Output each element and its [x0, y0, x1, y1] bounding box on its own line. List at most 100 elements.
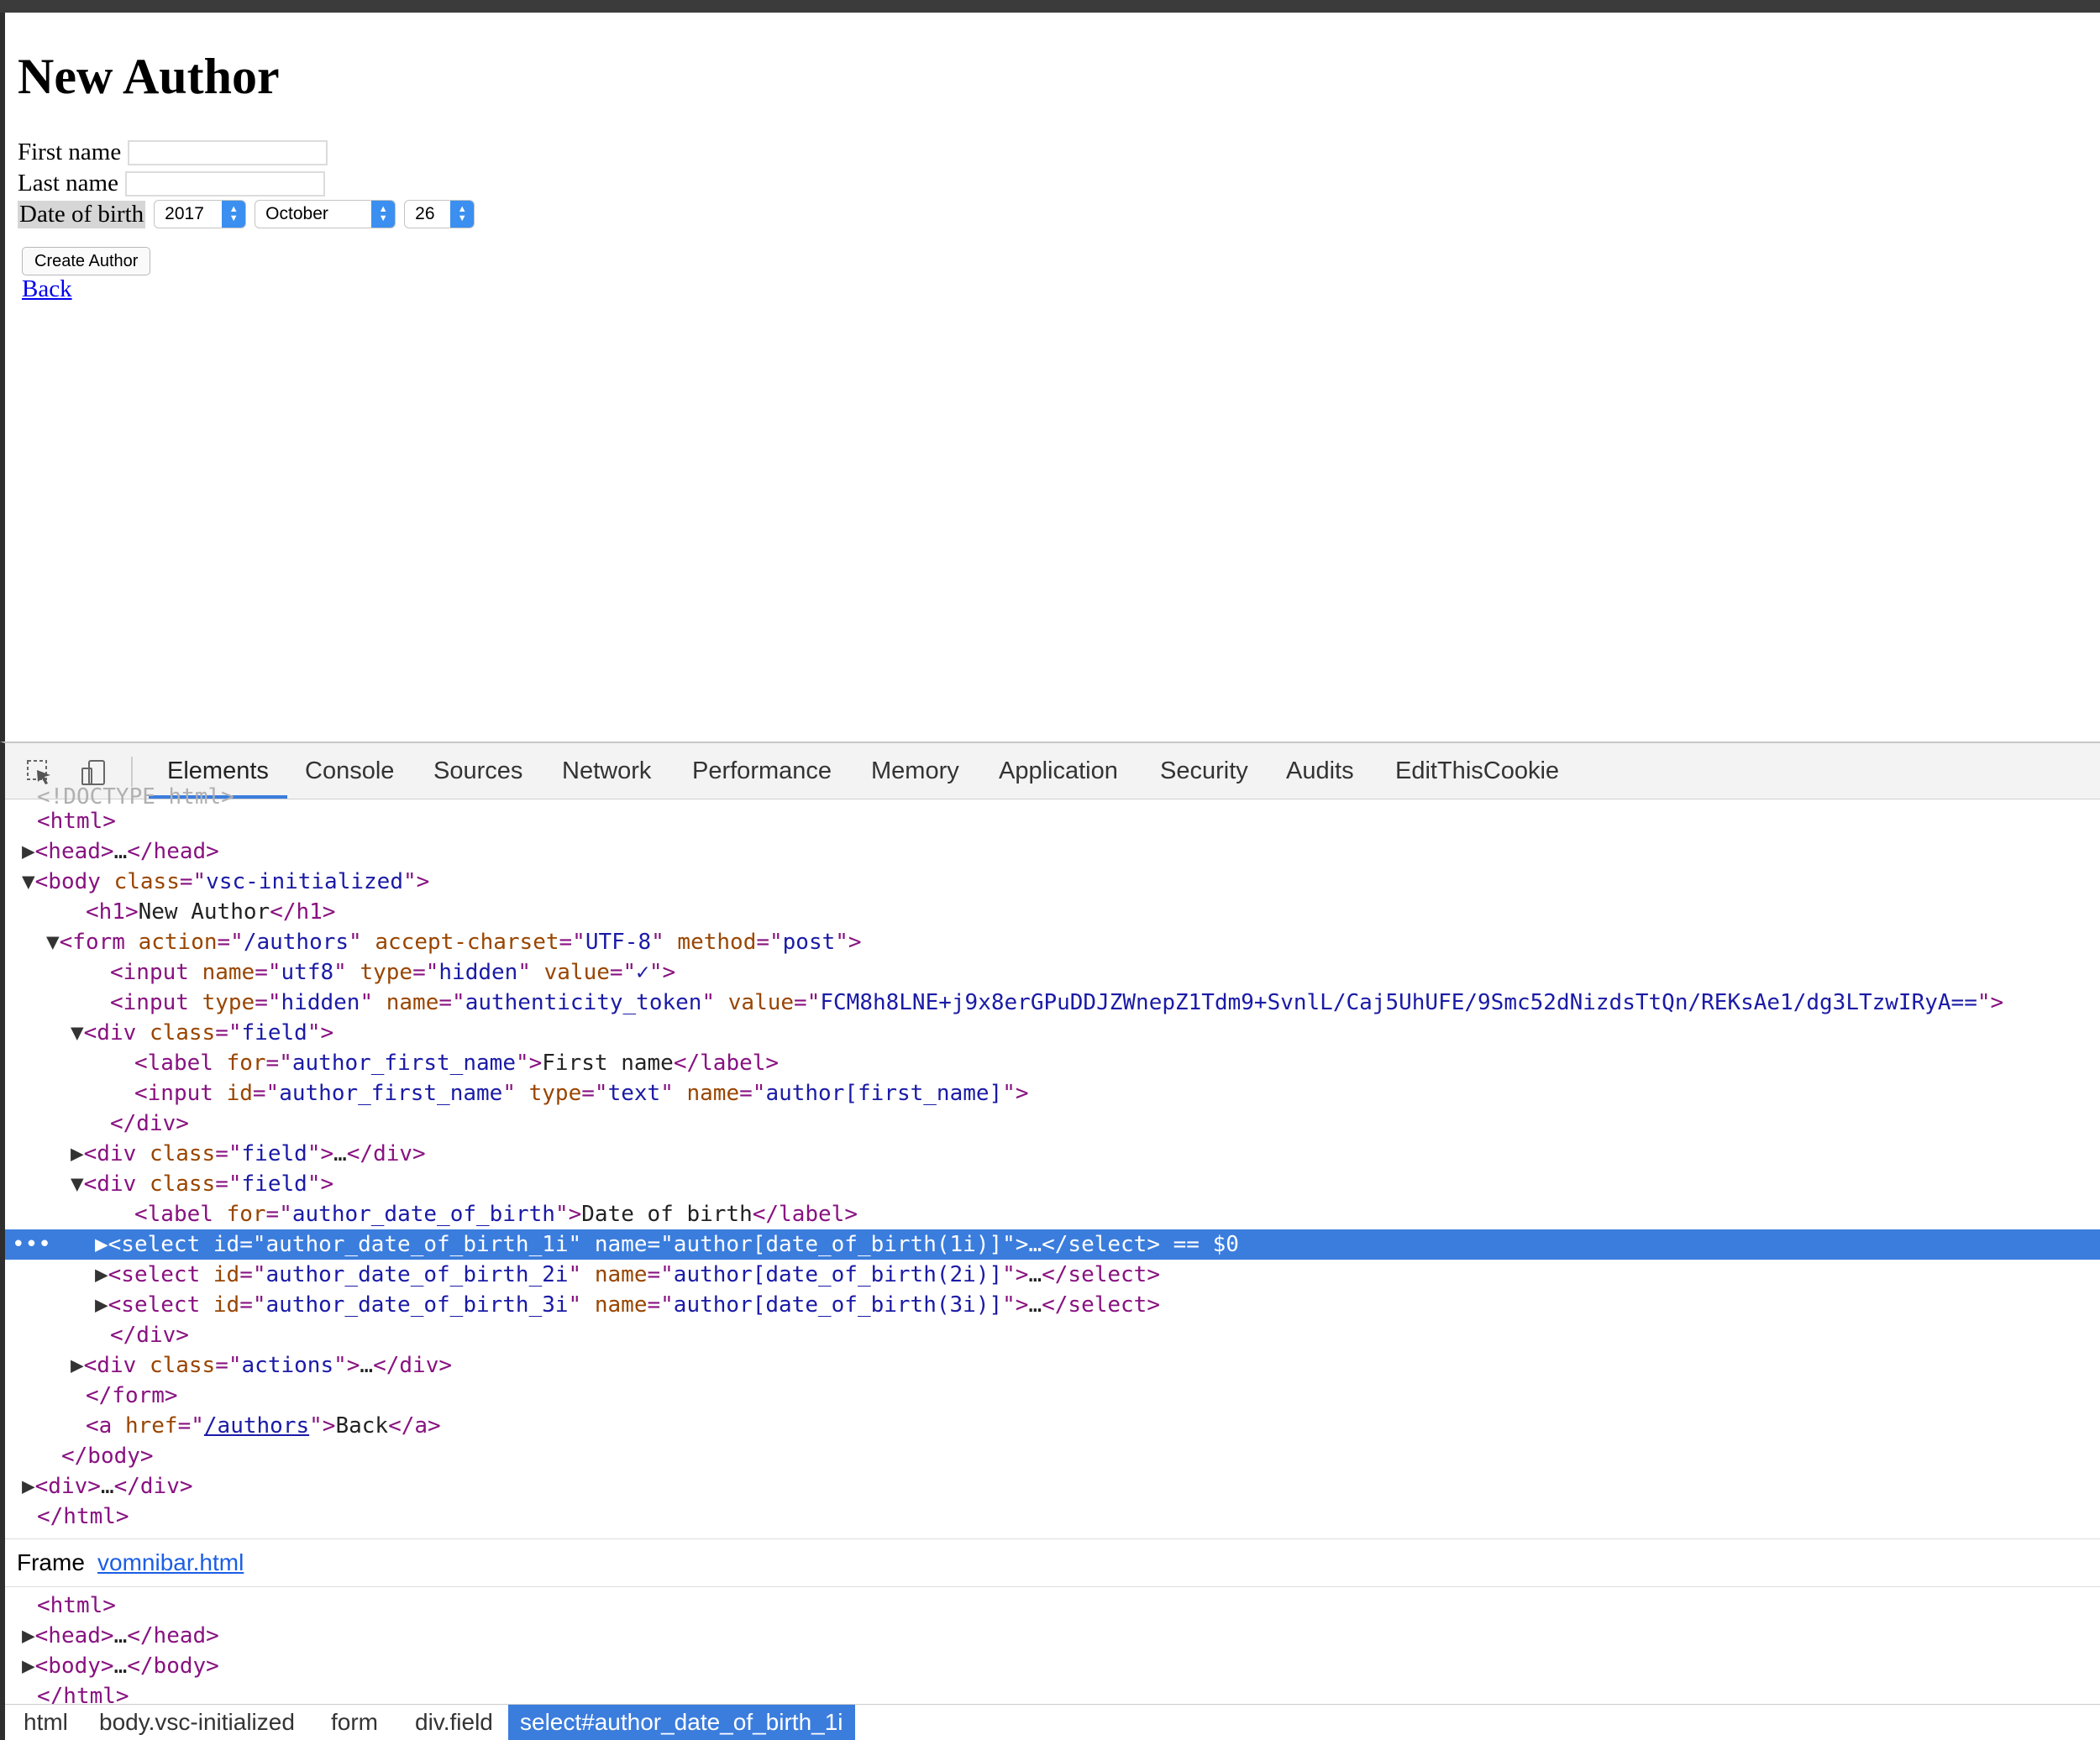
- dob-year-select[interactable]: 2017 ▲ ▼: [154, 200, 247, 228]
- code-token: =": [265, 1051, 292, 1076]
- dom-node-line[interactable]: </html>: [5, 1502, 2100, 1532]
- code-token: <div: [83, 1020, 150, 1046]
- code-token: ": [568, 1262, 595, 1287]
- code-token: <div: [83, 1171, 150, 1197]
- breadcrumb-item[interactable]: form: [319, 1705, 390, 1740]
- dom-node-line[interactable]: </div>: [5, 1320, 2100, 1350]
- dom-node-line[interactable]: ▶<head>…</head>: [5, 836, 2100, 867]
- code-token: <select: [108, 1262, 213, 1287]
- code-token: post: [782, 930, 836, 955]
- dom-node-line[interactable]: <label for="author_first_name">First nam…: [5, 1048, 2100, 1078]
- dob-day-select[interactable]: 26 ▲ ▼: [404, 200, 475, 228]
- dom-node-line[interactable]: <label for="author_date_of_birth">Date o…: [5, 1199, 2100, 1229]
- code-token: =": [438, 990, 465, 1015]
- code-token: …: [333, 1141, 347, 1166]
- dom-node-line[interactable]: </body>: [5, 1441, 2100, 1471]
- expand-triangle-icon[interactable]: ▶: [22, 1623, 35, 1648]
- breadcrumb-item[interactable]: div.field: [403, 1705, 505, 1740]
- selected-dom-node[interactable]: ••• ▶<select id="author_date_of_birth_1i"…: [5, 1229, 2100, 1260]
- code-token: =": [239, 1232, 266, 1257]
- dom-node-line[interactable]: </div>: [5, 1108, 2100, 1139]
- frame-link[interactable]: vomnibar.html: [97, 1539, 244, 1586]
- breadcrumb-item[interactable]: select#author_date_of_birth_1i: [508, 1705, 855, 1740]
- dom-node-line[interactable]: ▼<body class="vsc-initialized">: [5, 867, 2100, 897]
- code-token: =": [215, 1171, 242, 1197]
- expand-triangle-icon[interactable]: ▶: [22, 1654, 35, 1679]
- code-token: =": [252, 1081, 280, 1106]
- code-token: =": [179, 869, 207, 894]
- code-token: =": [756, 930, 783, 955]
- elements-tree: <!DOCTYPE html> <html> ▶<head>…</head> ▼<bo…: [5, 784, 2100, 1538]
- dom-node-line[interactable]: <input id="author_first_name" type="text…: [5, 1078, 2100, 1108]
- code-token: </head>: [127, 1623, 219, 1648]
- code-token: <head>: [34, 1623, 114, 1648]
- code-token: </head>: [127, 839, 219, 864]
- code-token: <div: [83, 1141, 150, 1166]
- first-name-label: First name: [18, 139, 122, 165]
- dom-node-line[interactable]: ▶<select id="author_date_of_birth_2i" na…: [5, 1260, 2100, 1290]
- code-token: ">: [307, 1020, 334, 1046]
- dom-node-line[interactable]: <a href="/authors">Back</a>: [5, 1411, 2100, 1441]
- code-token: </div>: [110, 1111, 189, 1136]
- dom-node-line[interactable]: ▶<head>…</head>: [5, 1621, 2100, 1651]
- code-token: …: [113, 1654, 128, 1679]
- breadcrumb-item[interactable]: body.vsc-initialized: [87, 1705, 307, 1740]
- code-token: </form>: [86, 1383, 178, 1408]
- code-token: <input: [110, 960, 202, 985]
- code-token: =": [739, 1081, 766, 1106]
- expand-triangle-icon[interactable]: ▶: [22, 1474, 35, 1499]
- back-link[interactable]: Back: [22, 275, 72, 303]
- code-token: ">: [648, 960, 676, 985]
- dom-node-line[interactable]: </form>: [5, 1381, 2100, 1411]
- expand-triangle-icon[interactable]: ▶: [22, 839, 35, 864]
- collapse-triangle-icon[interactable]: ▼: [71, 1171, 84, 1197]
- dom-node-line[interactable]: ▼<form action="/authors" accept-charset=…: [5, 927, 2100, 957]
- code-token: <body: [34, 869, 114, 894]
- code-token: <form: [59, 930, 139, 955]
- code-token: author[date_of_birth(3i)]: [673, 1292, 1003, 1318]
- expand-triangle-icon[interactable]: ▶: [95, 1262, 108, 1287]
- dob-month-select[interactable]: October ▲ ▼: [255, 200, 396, 228]
- dom-node-line[interactable]: ▶<div>…</div>: [5, 1471, 2100, 1502]
- code-token[interactable]: /authors: [204, 1413, 309, 1439]
- dom-node-line[interactable]: ▶<body>…</body>: [5, 1651, 2100, 1681]
- dom-node-line[interactable]: <input type="hidden" name="authenticity_…: [5, 988, 2100, 1018]
- collapse-triangle-icon[interactable]: ▼: [22, 869, 35, 894]
- collapse-triangle-icon[interactable]: ▼: [71, 1020, 84, 1046]
- code-token: author[date_of_birth(1i)]: [673, 1232, 1003, 1257]
- code-token: name: [594, 1292, 648, 1318]
- dom-node-line[interactable]: <h1>New Author</h1>: [5, 897, 2100, 927]
- dom-node-line[interactable]: ▼<div class="field">: [5, 1018, 2100, 1048]
- dom-node-line[interactable]: <html>: [5, 806, 2100, 836]
- expand-triangle-icon[interactable]: ▶: [95, 1292, 108, 1318]
- dom-node-line[interactable]: ▶<div class="actions">…</div>: [5, 1350, 2100, 1381]
- dob-field: Date of birth 2017 ▲ ▼ October ▲ ▼ 26 ▲ ▼: [18, 200, 475, 228]
- expand-triangle-icon[interactable]: ▶: [95, 1232, 108, 1257]
- code-token: type: [202, 990, 255, 1015]
- last-name-input[interactable]: [124, 170, 325, 197]
- node-options-icon[interactable]: •••: [12, 1229, 51, 1260]
- breadcrumb-item[interactable]: html: [12, 1705, 80, 1740]
- code-token: =": [647, 1232, 674, 1257]
- dom-node-line[interactable]: ▶<div class="field">…</div>: [5, 1139, 2100, 1169]
- first-name-input[interactable]: [128, 139, 328, 165]
- create-author-button[interactable]: Create Author: [22, 247, 151, 275]
- code-token: =": [647, 1262, 674, 1287]
- dom-node-line[interactable]: ▶<select id="author_date_of_birth_3i" na…: [5, 1290, 2100, 1320]
- dob-month-value: October: [265, 204, 328, 223]
- code-token: =": [559, 930, 585, 955]
- expand-triangle-icon[interactable]: ▶: [71, 1141, 84, 1166]
- code-token: Back: [335, 1413, 389, 1439]
- code-token: ">: [307, 1171, 334, 1197]
- dom-node-line[interactable]: <input name="utf8" type="hidden" value="…: [5, 957, 2100, 988]
- breadcrumb: html body.vsc-initialized form div.field sel…: [5, 1704, 2100, 1740]
- dom-node-line[interactable]: ▼<div class="field">: [5, 1169, 2100, 1199]
- collapse-triangle-icon[interactable]: ▼: [46, 930, 60, 955]
- dob-year-value: 2017: [165, 204, 204, 223]
- dom-node-line[interactable]: <html>: [5, 1591, 2100, 1621]
- code-token: ">: [1002, 1081, 1029, 1106]
- code-token: </div>: [113, 1474, 193, 1499]
- first-name-field: First name: [18, 139, 328, 166]
- expand-triangle-icon[interactable]: ▶: [71, 1353, 84, 1378]
- code-token: …: [113, 1623, 128, 1648]
